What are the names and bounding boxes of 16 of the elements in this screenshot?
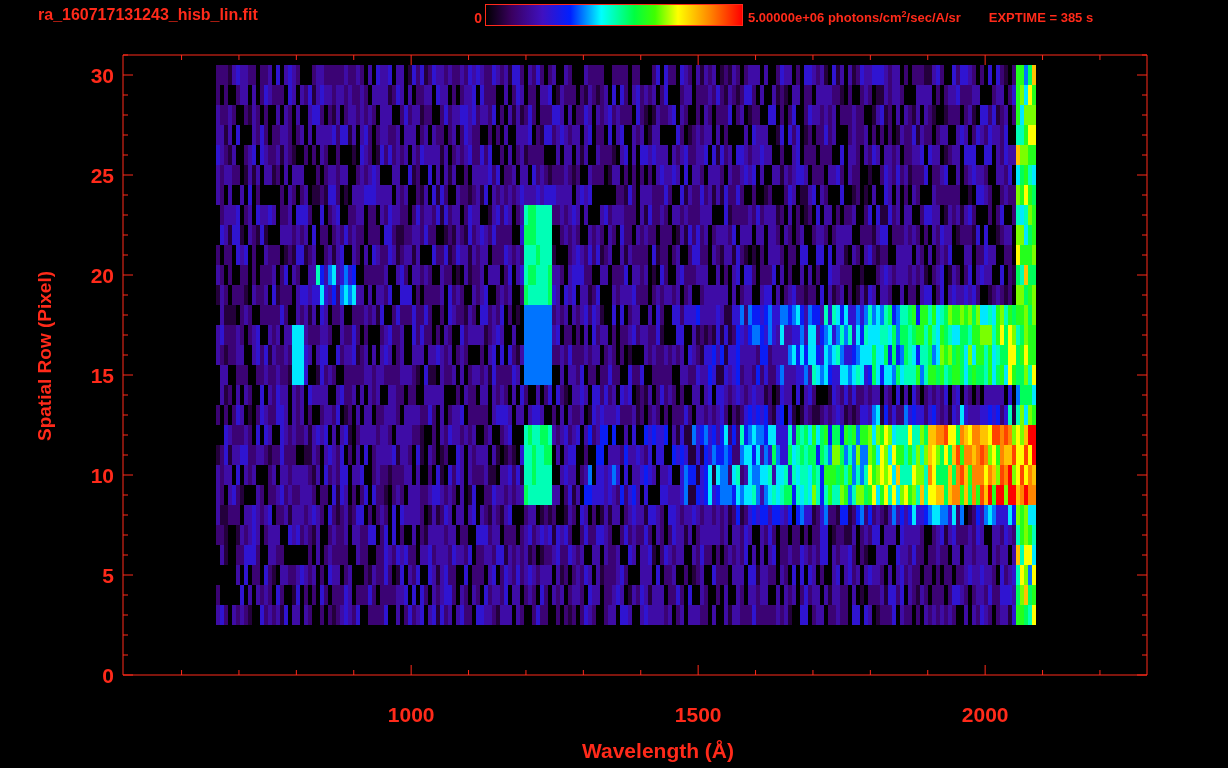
file-title: ra_160717131243_hisb_lin.fit xyxy=(38,6,259,24)
x-tick-label: 2000 xyxy=(961,703,1009,726)
x-tick-label: 1000 xyxy=(387,703,435,726)
exposure-time: EXPTIME = 385 s xyxy=(988,10,1094,25)
y-axis-label: Spatial Row (Pixel) xyxy=(34,271,55,441)
x-tick-label: 1500 xyxy=(674,703,722,726)
x-axis-label: Wavelength (Å) xyxy=(581,739,735,762)
y-tick-label: 25 xyxy=(90,164,114,187)
y-tick-label: 30 xyxy=(90,64,114,87)
y-tick-label: 5 xyxy=(102,564,114,587)
colorbar-min-label: 0 xyxy=(473,10,483,26)
y-tick-label: 20 xyxy=(90,264,114,287)
colorbar-max-label: 5.00000e+06 photons/cm$^{2}$/sec/A/sr xyxy=(748,9,961,26)
y-tick-label: 0 xyxy=(102,664,114,687)
y-tick-label: 10 xyxy=(90,464,114,487)
y-tick-label: 15 xyxy=(90,364,114,387)
